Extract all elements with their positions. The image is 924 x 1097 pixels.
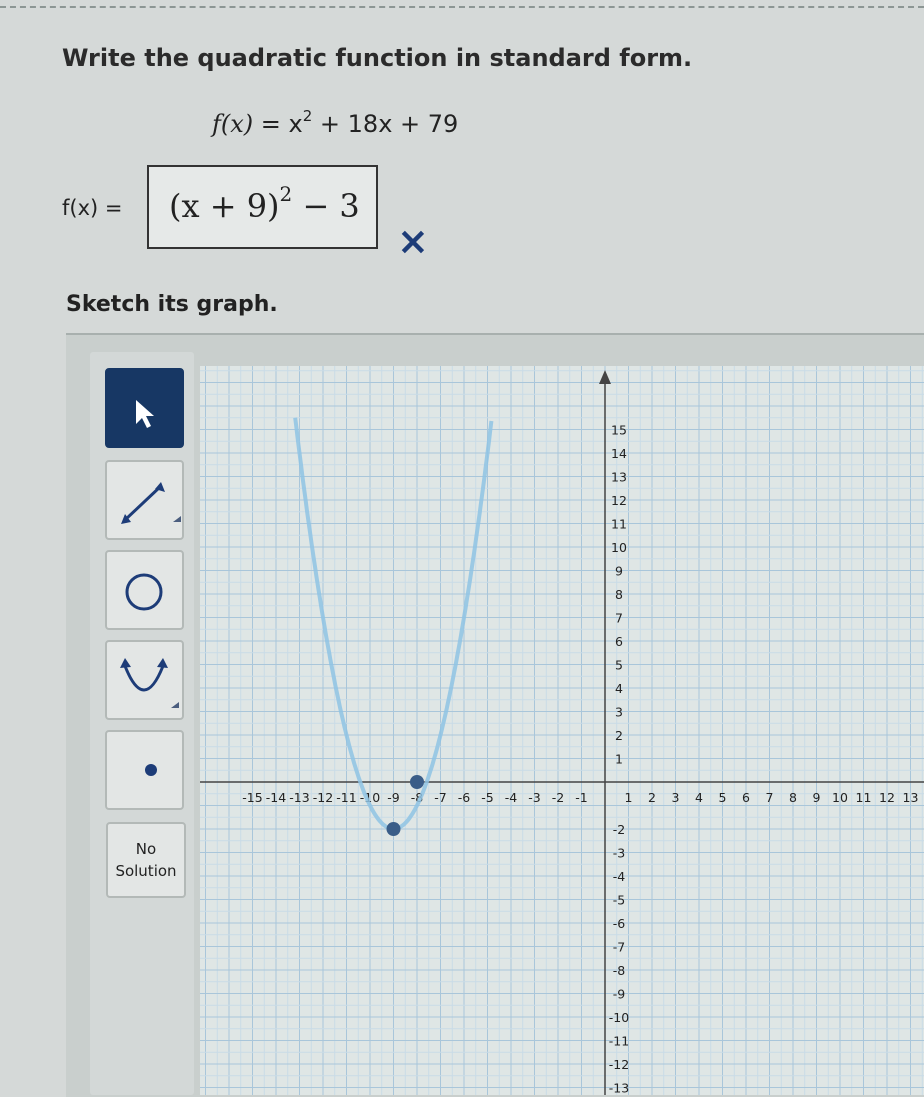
y-tick-label: 8 [615, 587, 623, 602]
y-tick-label: -3 [613, 846, 625, 861]
x-tick-label: -14 [266, 790, 286, 805]
y-tick-label: 10 [611, 540, 627, 555]
x-tick-label: 8 [789, 790, 797, 805]
y-axis-arrow [599, 370, 611, 384]
line-tool-button[interactable] [105, 460, 184, 540]
x-tick-label: -4 [505, 790, 518, 805]
x-tick-label: 13 [903, 790, 919, 805]
y-tick-label: 14 [611, 446, 627, 461]
y-tick-label: 15 [611, 423, 627, 438]
sketch-prompt: Sketch its graph. [66, 292, 278, 317]
y-tick-label: -12 [609, 1057, 629, 1072]
x-tick-label: 10 [832, 790, 848, 805]
x-tick-label: 6 [742, 790, 750, 805]
no-solution-button[interactable]: No Solution [106, 822, 186, 898]
cursor-arrow-icon [136, 400, 154, 428]
x-tick-label: -11 [336, 790, 356, 805]
y-tick-label: 3 [615, 705, 623, 720]
y-tick-label: 12 [611, 493, 627, 508]
x-tick-label: 2 [648, 790, 656, 805]
x-tick-label: 9 [813, 790, 821, 805]
y-tick-label: 9 [615, 564, 623, 579]
x-tick-label: -3 [528, 790, 540, 805]
answer-input[interactable]: (x + 9)2 − 3 [147, 165, 378, 249]
x-tick-label: -13 [289, 790, 309, 805]
x-tick-label: -12 [313, 790, 333, 805]
x-tick-label: 4 [695, 790, 703, 805]
incorrect-mark-icon: × [397, 219, 429, 263]
x-tick-label: 5 [719, 790, 727, 805]
x-tick-label: -7 [434, 790, 446, 805]
question-prompt: Write the quadratic function in standard… [62, 44, 693, 72]
y-tick-label: -4 [613, 869, 626, 884]
y-tick-label: -5 [613, 893, 625, 908]
circle-tool-button[interactable] [105, 550, 184, 630]
answer-label: f(x) = [62, 196, 123, 220]
y-tick-label: -8 [613, 963, 626, 978]
x-tick-label: -15 [242, 790, 262, 805]
function-rhs: = x2 + 18x + 79 [260, 107, 459, 138]
function-name: f(x) [212, 110, 254, 138]
given-function: f(x) = x2 + 18x + 79 [212, 107, 459, 138]
y-tick-label: -7 [613, 940, 625, 955]
y-tick-label: -2 [613, 822, 625, 837]
x-tick-label: -2 [552, 790, 564, 805]
y-tick-label: -6 [613, 916, 626, 931]
y-tick-label: -9 [613, 987, 626, 1002]
y-tick-label: -11 [609, 1034, 629, 1049]
point-icon [145, 764, 157, 776]
point-tool-button[interactable] [105, 730, 184, 810]
x-tick-label: 1 [625, 790, 633, 805]
y-tick-label: 5 [615, 658, 623, 673]
x-tick-label: -5 [481, 790, 493, 805]
x-tick-label: 3 [672, 790, 680, 805]
parabola-icon [120, 658, 179, 708]
y-tick-label: 1 [615, 752, 623, 767]
top-divider [0, 6, 924, 8]
x-tick-label: -9 [387, 790, 400, 805]
y-tick-label: 13 [611, 470, 627, 485]
graph-point [386, 822, 401, 836]
coordinate-plane[interactable]: -15 -14 -13 -12 -11 -10 -9 -8 -7 -6 -5 -4 -3 -2 -1 1 2 3 4… [200, 366, 924, 1095]
y-tick-label: 7 [615, 611, 623, 626]
y-tick-label: 6 [615, 634, 623, 649]
y-tick-label: 4 [615, 681, 623, 696]
x-tick-label: 7 [766, 790, 774, 805]
x-tick-label: -1 [575, 790, 587, 805]
line-icon [121, 482, 181, 524]
x-tick-label: 12 [879, 790, 895, 805]
x-tick-label: 11 [856, 790, 872, 805]
y-tick-label: 2 [615, 728, 623, 743]
y-tick-label: -10 [609, 1010, 629, 1025]
graph-point [410, 775, 424, 789]
y-tick-label: 11 [611, 517, 627, 532]
x-tick-label: -6 [458, 790, 471, 805]
graph-canvas[interactable]: -15 -14 -13 -12 -11 -10 -9 -8 -7 -6 -5 -4 -3 -2 -1 1 2 3 4… [200, 366, 924, 1095]
answer-value: (x + 9)2 − 3 [169, 182, 360, 225]
y-tick-label: -13 [609, 1081, 629, 1096]
parabola-tool-button[interactable] [105, 640, 184, 720]
circle-icon [125, 573, 163, 611]
arrow-select-tool-button[interactable] [105, 368, 184, 448]
